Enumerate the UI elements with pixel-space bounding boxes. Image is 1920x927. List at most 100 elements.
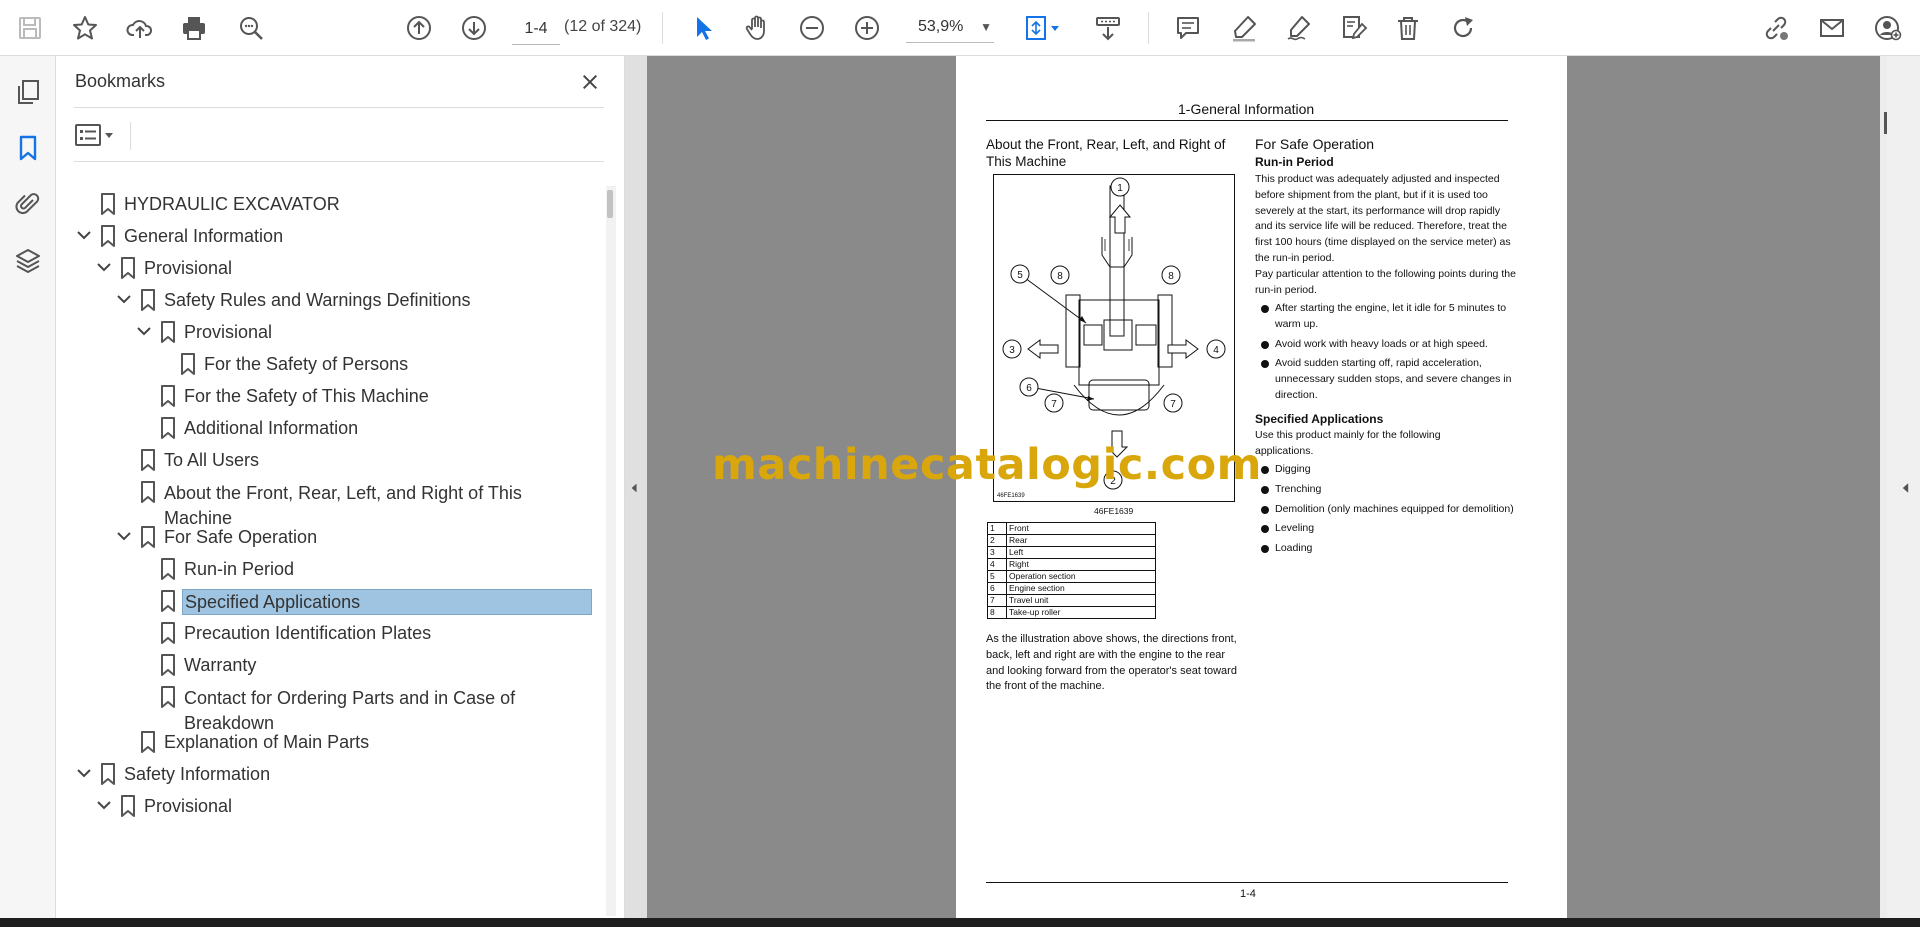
bookmark-icon xyxy=(141,289,155,311)
draw-signature-icon[interactable] xyxy=(1281,10,1317,46)
bullet-text: Trenching xyxy=(1275,482,1322,495)
upload-cloud-icon[interactable] xyxy=(122,10,158,46)
divider xyxy=(74,107,604,108)
legend-number: 6 xyxy=(987,582,1007,595)
save-icon[interactable] xyxy=(12,10,48,46)
panel-scrollbar[interactable] xyxy=(606,186,616,916)
page-count: (12 of 324) xyxy=(564,18,642,35)
page-number-input[interactable] xyxy=(512,14,560,45)
legend-text: Front xyxy=(1006,522,1156,535)
bookmark-icon xyxy=(141,731,155,753)
bullet-text: Loading xyxy=(1275,542,1313,555)
highlight-pen-icon[interactable] xyxy=(1226,10,1262,46)
bookmark-label: Safety Rules and Warnings Definitions xyxy=(164,290,471,310)
figure-code-inner: 46FE1639 xyxy=(997,493,1025,499)
legend-text: Travel unit xyxy=(1006,594,1156,607)
bookmarks-panel: Bookmarks HYDRAULIC EXCAVATOR General Inf… xyxy=(56,56,625,918)
page-header: 1-General Information xyxy=(1178,101,1315,117)
bookmark-label: Explanation of Main Parts xyxy=(164,732,370,752)
chevron-down-icon[interactable] xyxy=(94,257,114,277)
right-pane-handle[interactable] xyxy=(1887,56,1920,918)
toolbar-divider xyxy=(662,12,663,44)
collapse-panel-handle[interactable] xyxy=(625,56,647,918)
bullet-icon xyxy=(1261,340,1269,349)
scroll-mode-icon[interactable] xyxy=(1090,10,1126,46)
layers-icon[interactable] xyxy=(10,242,46,278)
chevron-down-icon[interactable] xyxy=(74,225,94,245)
zoom-level-value: 53,9% xyxy=(918,18,964,35)
bookmark-label: HYDRAULIC EXCAVATOR xyxy=(124,194,340,214)
close-icon[interactable] xyxy=(576,68,604,96)
footer-rule xyxy=(986,882,1508,883)
next-page-icon[interactable] xyxy=(456,10,492,46)
run-in-heading: Run-in Period xyxy=(1255,155,1334,169)
callout-label: 8 xyxy=(1168,271,1174,282)
zoom-level-select[interactable]: 53,9% ▼ xyxy=(906,14,994,43)
rotate-redo-icon[interactable] xyxy=(1445,10,1481,46)
callout-label: 7 xyxy=(1170,399,1176,410)
legend-table: 1 Front 2 Rear 3 Left 4 Right 5 Operation section… xyxy=(987,522,1156,619)
specified-applications-heading: Specified Applications xyxy=(1255,412,1384,426)
panel-title: Bookmarks xyxy=(75,71,166,91)
star-icon[interactable] xyxy=(67,10,103,46)
zoom-out-icon[interactable] xyxy=(794,10,830,46)
legend-text: Right xyxy=(1006,558,1156,571)
attachments-icon[interactable] xyxy=(10,186,46,222)
delete-trash-icon[interactable] xyxy=(1390,10,1426,46)
bookmark-label: Warranty xyxy=(184,655,257,675)
fit-page-icon[interactable] xyxy=(1018,10,1068,46)
edit-text-icon[interactable] xyxy=(1336,10,1372,46)
bookmark-icon xyxy=(141,526,155,548)
bookmark-options-button[interactable] xyxy=(74,120,118,150)
share-link-icon[interactable] xyxy=(1758,10,1794,46)
run-in-list: After starting the engine, let it idle f… xyxy=(1255,301,1517,408)
bookmark-label: Provisional xyxy=(144,796,233,816)
bullet-text: Demolition (only machines equipped for d… xyxy=(1275,502,1514,515)
page-thumbnails-icon[interactable] xyxy=(10,74,46,110)
email-icon[interactable] xyxy=(1814,10,1850,46)
comment-icon[interactable] xyxy=(1170,10,1206,46)
bullet-icon xyxy=(1261,545,1269,554)
bookmarks-panel-icon[interactable] xyxy=(10,130,46,166)
print-icon[interactable] xyxy=(176,10,212,46)
chevron-down-icon[interactable] xyxy=(114,289,134,309)
bullet-text: Avoid work with heavy loads or at high s… xyxy=(1275,337,1488,350)
legend-row: 8 Take-up roller xyxy=(987,606,1156,619)
bullet-icon xyxy=(1261,485,1269,494)
legend-row: 2 Rear xyxy=(987,534,1156,547)
chevron-down-icon[interactable] xyxy=(134,321,154,341)
callout-label: 7 xyxy=(1051,399,1057,410)
hand-tool-icon[interactable] xyxy=(739,10,775,46)
zoom-search-icon[interactable] xyxy=(233,10,269,46)
previous-page-icon[interactable] xyxy=(401,10,437,46)
legend-number: 1 xyxy=(987,522,1007,535)
top-toolbar: (12 of 324) 53,9% ▼ xyxy=(0,0,1920,56)
chevron-down-icon[interactable] xyxy=(74,763,94,783)
bookmark-label: For the Safety of This Machine xyxy=(184,386,429,406)
legend-row: 7 Travel unit xyxy=(987,594,1156,607)
toolbar-divider xyxy=(1148,12,1149,44)
chevron-down-icon[interactable] xyxy=(114,526,134,546)
bookmark-icon xyxy=(121,795,135,817)
bullet-item: Demolition (only machines equipped for d… xyxy=(1255,502,1517,518)
select-cursor-icon[interactable] xyxy=(685,10,721,46)
legend-number: 3 xyxy=(987,546,1007,559)
bookmark-icon xyxy=(141,481,155,503)
bullet-item: Leveling xyxy=(1255,521,1517,537)
bookmark-label: Specified Applications xyxy=(182,589,592,615)
bullet-text: Digging xyxy=(1275,463,1311,475)
bookmark-icon xyxy=(121,257,135,279)
callout-label: 8 xyxy=(1057,271,1063,282)
chevron-down-icon[interactable] xyxy=(94,795,114,815)
account-icon[interactable] xyxy=(1870,10,1906,46)
left-nav-rail xyxy=(0,56,56,918)
bookmark-icon xyxy=(161,686,175,708)
chevron-left-icon xyxy=(1902,483,1909,493)
panel-scroll-thumb[interactable] xyxy=(607,190,613,218)
bookmark-icon xyxy=(161,622,175,644)
legend-text: Left xyxy=(1006,546,1156,559)
callout-label: 4 xyxy=(1213,345,1219,356)
bookmark-icon xyxy=(161,590,175,612)
bullet-text: After starting the engine, let it idle f… xyxy=(1275,302,1507,330)
zoom-in-icon[interactable] xyxy=(849,10,885,46)
